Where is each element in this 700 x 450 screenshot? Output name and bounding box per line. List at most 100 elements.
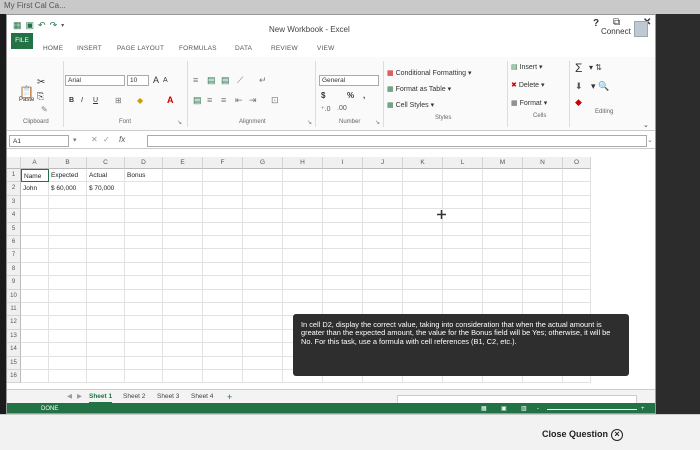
alignment-dialog-launcher-icon[interactable]: ↘	[307, 119, 312, 126]
formula-input[interactable]	[147, 135, 647, 147]
cell-h3[interactable]	[283, 195, 323, 210]
cell-k1[interactable]	[403, 169, 443, 183]
cell-b11[interactable]	[49, 303, 87, 317]
normal-view-icon[interactable]: ▦	[481, 403, 487, 413]
row-header-5[interactable]: 5	[7, 222, 21, 236]
cell-e10[interactable]	[163, 289, 203, 303]
zoom-slider[interactable]	[547, 409, 637, 410]
cell-d16[interactable]	[125, 370, 163, 384]
column-header-n[interactable]: N	[523, 157, 563, 169]
cell-c5[interactable]	[87, 222, 125, 236]
cell-b4[interactable]	[49, 209, 87, 223]
column-header-e[interactable]: E	[163, 157, 203, 169]
sheet-tab-1[interactable]: Sheet 1	[89, 390, 113, 404]
fill-icon[interactable]: ⬇	[575, 81, 583, 92]
cell-c14[interactable]	[87, 343, 125, 357]
qat-dropdown-icon[interactable]: ▾	[61, 22, 64, 29]
cell-b14[interactable]	[49, 343, 87, 357]
cell-f9[interactable]	[203, 276, 243, 290]
cell-b2[interactable]: $ 60,000	[49, 182, 87, 196]
cell-c7[interactable]	[87, 249, 125, 263]
cell-i9[interactable]	[323, 276, 363, 290]
cell-n5[interactable]	[523, 222, 563, 236]
decrease-indent-icon[interactable]: ⇤	[235, 95, 243, 106]
cell-m3[interactable]	[483, 195, 523, 210]
cell-m6[interactable]	[483, 236, 523, 250]
cell-m10[interactable]	[483, 289, 523, 303]
cell-c15[interactable]	[87, 356, 125, 370]
cell-g13[interactable]	[243, 329, 283, 344]
cell-g16[interactable]	[243, 370, 283, 384]
align-center-icon[interactable]: ≡	[207, 95, 212, 105]
increase-decimal-icon[interactable]: ⁺.0	[321, 105, 331, 113]
column-header-j[interactable]: J	[363, 157, 403, 169]
cell-c11[interactable]	[87, 303, 125, 317]
cell-g10[interactable]	[243, 289, 283, 303]
column-header-a[interactable]: A	[21, 157, 49, 169]
cell-f7[interactable]	[203, 249, 243, 263]
cell-c4[interactable]	[87, 209, 125, 223]
align-top-icon[interactable]: ≡	[193, 75, 198, 85]
orientation-icon[interactable]: ⟋	[237, 75, 243, 86]
format-cells-button[interactable]: ▦ Format ▾	[511, 99, 547, 107]
cell-j5[interactable]	[363, 222, 403, 236]
cell-a1[interactable]: Name	[21, 169, 49, 183]
cell-f14[interactable]	[203, 343, 243, 357]
cell-m4[interactable]	[483, 209, 523, 223]
help-button[interactable]: ?	[593, 18, 599, 29]
cell-f8[interactable]	[203, 262, 243, 277]
cell-f15[interactable]	[203, 356, 243, 370]
row-header-12[interactable]: 12	[7, 316, 21, 330]
cell-b9[interactable]	[49, 276, 87, 290]
column-header-o[interactable]: O	[563, 157, 591, 169]
cell-m1[interactable]	[483, 169, 523, 183]
grow-font-button[interactable]: A	[153, 75, 159, 85]
tab-insert[interactable]: INSERT	[77, 45, 102, 52]
undo-icon[interactable]: ↶	[38, 20, 46, 31]
cell-j2[interactable]	[363, 182, 403, 196]
cell-h6[interactable]	[283, 236, 323, 250]
cell-e2[interactable]	[163, 182, 203, 196]
cell-j6[interactable]	[363, 236, 403, 250]
cell-i2[interactable]	[323, 182, 363, 196]
cell-o5[interactable]	[563, 222, 591, 236]
cell-o8[interactable]	[563, 262, 591, 277]
cell-g12[interactable]	[243, 316, 283, 330]
cell-m7[interactable]	[483, 249, 523, 263]
cell-l4[interactable]	[443, 209, 483, 223]
percent-button[interactable]: %	[347, 91, 354, 100]
cell-b13[interactable]	[49, 329, 87, 344]
confirm-entry-icon[interactable]: ✓	[103, 135, 110, 144]
cell-d3[interactable]	[125, 195, 163, 210]
conditional-formatting-button[interactable]: ▦ Conditional Formatting ▾	[387, 69, 471, 77]
autosum-icon[interactable]: Σ	[575, 61, 582, 75]
cell-i7[interactable]	[323, 249, 363, 263]
cell-d10[interactable]	[125, 289, 163, 303]
cell-d5[interactable]	[125, 222, 163, 236]
cell-g6[interactable]	[243, 236, 283, 250]
page-layout-view-icon[interactable]: ▣	[501, 403, 507, 413]
format-as-table-button[interactable]: ▦ Format as Table ▾	[387, 85, 451, 93]
cell-n10[interactable]	[523, 289, 563, 303]
cell-m8[interactable]	[483, 262, 523, 277]
cell-j10[interactable]	[363, 289, 403, 303]
cell-a15[interactable]	[21, 356, 49, 370]
cell-d12[interactable]	[125, 316, 163, 330]
column-header-k[interactable]: K	[403, 157, 443, 169]
cell-j1[interactable]	[363, 169, 403, 183]
cell-a2[interactable]: John	[21, 182, 49, 196]
cell-a5[interactable]	[21, 222, 49, 236]
decrease-decimal-icon[interactable]: .00	[337, 105, 347, 112]
cell-j3[interactable]	[363, 195, 403, 210]
cell-m2[interactable]	[483, 182, 523, 196]
cell-l6[interactable]	[443, 236, 483, 250]
cell-n6[interactable]	[523, 236, 563, 250]
column-header-g[interactable]: G	[243, 157, 283, 169]
cell-o1[interactable]	[563, 169, 591, 183]
cell-c3[interactable]	[87, 195, 125, 210]
cell-g9[interactable]	[243, 276, 283, 290]
cell-o10[interactable]	[563, 289, 591, 303]
cell-k2[interactable]	[403, 182, 443, 196]
cell-h5[interactable]	[283, 222, 323, 236]
borders-icon[interactable]: ⊞	[115, 96, 122, 105]
